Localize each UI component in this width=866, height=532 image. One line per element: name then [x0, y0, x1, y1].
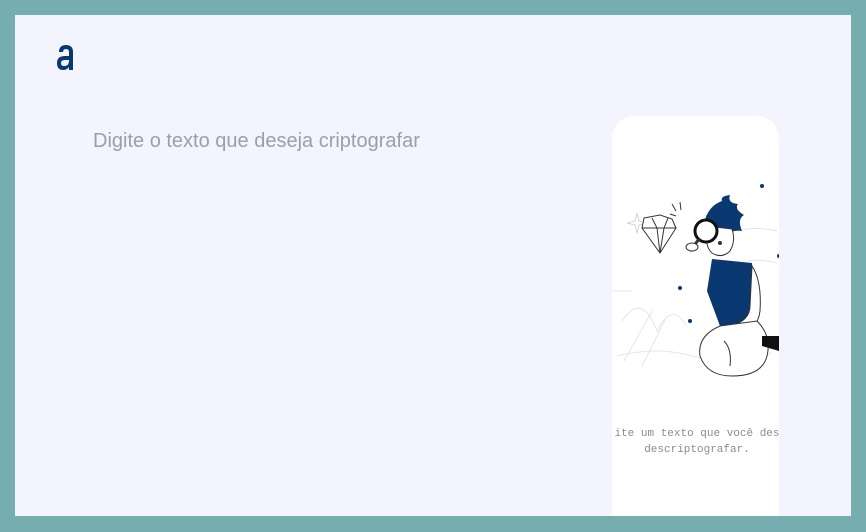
app-frame: ite um texto que você des descriptografa…: [15, 15, 851, 516]
brand-logo-icon[interactable]: [55, 42, 79, 74]
output-panel: ite um texto que você des descriptografa…: [612, 116, 779, 516]
empty-state-message: ite um texto que você des descriptografa…: [612, 426, 779, 458]
empty-state-line-1: ite um texto que você des: [614, 428, 779, 440]
message-input[interactable]: [93, 125, 563, 485]
person-with-magnifying-glass-icon: [612, 184, 779, 377]
empty-state-line-2: descriptografar.: [644, 444, 750, 456]
